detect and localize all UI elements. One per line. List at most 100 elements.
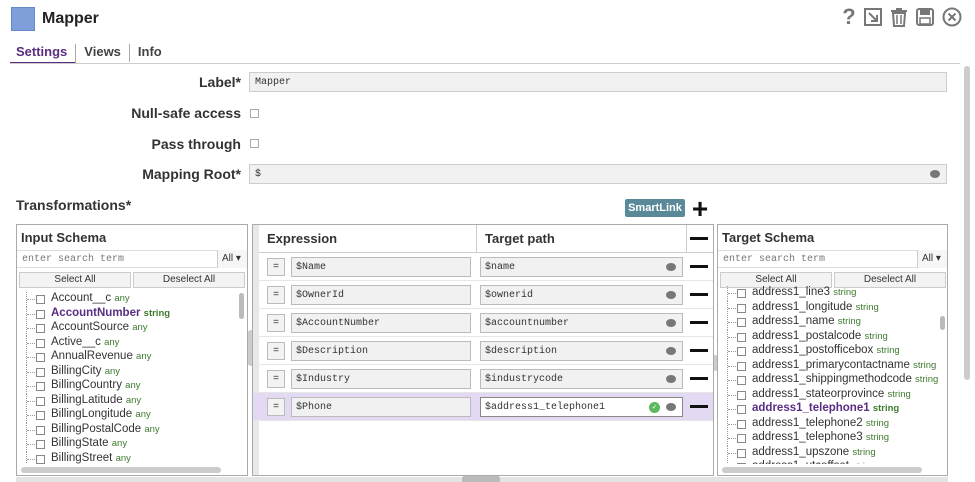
tab-info[interactable]: Info [130, 44, 170, 62]
input-schema-filter-select[interactable]: All ▾ [217, 250, 247, 268]
schema-field[interactable]: BillingLongitude any [17, 408, 237, 423]
target-tree-hscrollbar[interactable] [722, 467, 922, 473]
schema-field[interactable]: BillingLatitude any [17, 393, 237, 409]
field-checkbox[interactable] [737, 434, 746, 443]
field-checkbox[interactable] [737, 347, 746, 356]
page-scrollbar[interactable] [964, 66, 970, 380]
schema-field[interactable]: address1_longitude string [718, 300, 938, 316]
comment-icon[interactable] [666, 263, 676, 271]
remove-all-button[interactable] [690, 237, 708, 240]
schema-field[interactable]: AccountNumber string [17, 306, 237, 322]
expression-editor-button[interactable]: = [267, 342, 285, 360]
schema-field[interactable]: BillingStreet any [17, 451, 237, 464]
schema-field[interactable]: address1_telephone2 string [718, 416, 938, 432]
null-safe-checkbox[interactable] [250, 109, 259, 118]
input-deselect-all-button[interactable]: Deselect All [133, 272, 245, 288]
trash-icon[interactable] [888, 6, 910, 28]
field-checkbox[interactable] [737, 463, 746, 464]
schema-field[interactable]: address1_utcoffset string [718, 460, 938, 464]
field-checkbox[interactable] [36, 353, 45, 362]
target-path-input[interactable]: $description [480, 341, 683, 361]
field-checkbox[interactable] [36, 295, 45, 304]
mapping-row[interactable]: = $OwnerId $ownerid [253, 281, 713, 309]
schema-field[interactable]: address1_postalcode string [718, 329, 938, 345]
target-path-input[interactable]: $ownerid [480, 285, 683, 305]
tab-settings[interactable]: Settings [10, 44, 77, 64]
target-path-input[interactable]: $address1_telephone1 ✓ [480, 397, 683, 417]
field-checkbox[interactable] [737, 448, 746, 458]
schema-field[interactable]: address1_shippingmethodcode string [718, 373, 938, 388]
mapping-row[interactable]: = $Phone $address1_telephone1 ✓ [253, 393, 713, 421]
field-checkbox[interactable] [737, 419, 746, 429]
input-select-all-button[interactable]: Select All [19, 272, 131, 288]
input-tree-hscrollbar[interactable] [21, 467, 221, 473]
help-icon[interactable]: ? [838, 6, 860, 28]
expression-input[interactable]: $OwnerId [291, 285, 471, 305]
schema-field[interactable]: address1_line3 string [718, 286, 938, 301]
comment-icon[interactable] [930, 170, 940, 178]
schema-field[interactable]: address1_telephone1 string [718, 402, 938, 417]
comment-icon[interactable] [666, 291, 676, 299]
target-tree-scrollbar[interactable] [940, 316, 945, 330]
field-checkbox[interactable] [737, 289, 746, 298]
field-checkbox[interactable] [36, 454, 45, 464]
field-checkbox[interactable] [737, 405, 746, 414]
schema-field[interactable]: Active__c any [17, 335, 237, 351]
save-icon[interactable] [914, 6, 936, 28]
field-checkbox[interactable] [36, 324, 45, 333]
schema-field[interactable]: BillingPostalCode any [17, 422, 237, 438]
target-path-input[interactable]: $name [480, 257, 683, 277]
expression-input[interactable]: $Industry [291, 369, 471, 389]
expression-input[interactable]: $Description [291, 341, 471, 361]
label-input[interactable]: Mapper [249, 72, 947, 92]
mapping-row[interactable]: = $AccountNumber $accountnumber [253, 309, 713, 337]
schema-field[interactable]: BillingCountry any [17, 379, 237, 394]
schema-field[interactable]: BillingState any [17, 437, 237, 452]
expression-input[interactable]: $Name [291, 257, 471, 277]
remove-row-button[interactable] [690, 405, 708, 408]
field-checkbox[interactable] [36, 411, 45, 420]
comment-icon[interactable] [666, 347, 676, 355]
comment-icon[interactable] [666, 319, 676, 327]
schema-field[interactable]: address1_upszone string [718, 445, 938, 461]
target-schema-filter-select[interactable]: All ▾ [917, 250, 947, 268]
schema-field[interactable]: address1_primarycontactname string [718, 358, 938, 374]
expression-editor-button[interactable]: = [267, 398, 285, 416]
mapping-row[interactable]: = $Industry $industrycode [253, 365, 713, 393]
mapping-row[interactable]: = $Name $name [253, 253, 713, 281]
schema-field[interactable]: AnnualRevenue any [17, 350, 237, 365]
target-schema-search[interactable]: enter search term [718, 250, 917, 268]
remove-row-button[interactable] [690, 293, 708, 296]
remove-row-button[interactable] [690, 377, 708, 380]
expression-input[interactable]: $Phone [291, 397, 471, 417]
field-checkbox[interactable] [737, 332, 746, 342]
field-checkbox[interactable] [737, 318, 746, 327]
remove-row-button[interactable] [690, 265, 708, 268]
field-checkbox[interactable] [36, 309, 45, 319]
expression-editor-button[interactable]: = [267, 314, 285, 332]
footer-handle[interactable] [462, 477, 500, 482]
schema-field[interactable]: Account__c any [17, 292, 237, 307]
mapping-row[interactable]: = $Description $description [253, 337, 713, 365]
remove-row-button[interactable] [690, 349, 708, 352]
close-icon[interactable] [941, 6, 963, 28]
field-checkbox[interactable] [737, 376, 746, 385]
schema-field[interactable]: BillingCity any [17, 364, 237, 380]
input-tree-scrollbar[interactable] [239, 293, 244, 319]
schema-field[interactable]: AccountSource any [17, 321, 237, 336]
field-checkbox[interactable] [36, 396, 45, 406]
comment-icon[interactable] [666, 375, 676, 383]
field-checkbox[interactable] [36, 425, 45, 435]
tab-views[interactable]: Views [76, 44, 130, 62]
schema-field[interactable]: address1_telephone3 string [718, 431, 938, 446]
target-path-input[interactable]: $accountnumber [480, 313, 683, 333]
remove-row-button[interactable] [690, 321, 708, 324]
field-checkbox[interactable] [36, 367, 45, 377]
field-checkbox[interactable] [36, 338, 45, 348]
target-path-input[interactable]: $industrycode [480, 369, 683, 389]
comment-icon[interactable] [666, 403, 676, 411]
field-checkbox[interactable] [737, 390, 746, 400]
field-checkbox[interactable] [737, 303, 746, 313]
expression-editor-button[interactable]: = [267, 258, 285, 276]
field-checkbox[interactable] [36, 382, 45, 391]
